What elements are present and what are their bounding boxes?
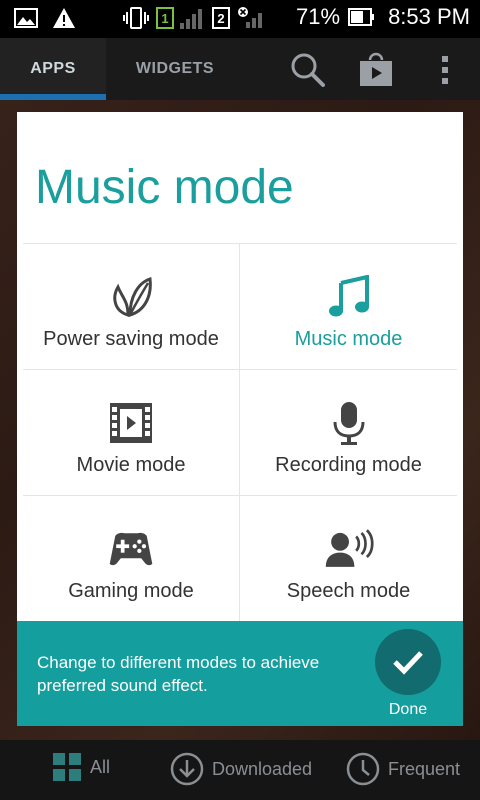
warning-icon [53, 8, 75, 28]
tip-text: Change to different modes to achieve pre… [37, 653, 320, 695]
status-bar: 1 2 71% 8:53 PM [0, 0, 480, 38]
mode-grid: Power saving mode Music mode Movie mode … [23, 243, 457, 622]
vibrate-icon [123, 7, 149, 29]
mode-label: Music mode [294, 328, 403, 350]
tab-apps-label: APPS [30, 60, 76, 77]
mode-label: Power saving mode [43, 328, 219, 350]
nav-all-label: All [90, 756, 111, 777]
sim1-badge: 1 [156, 7, 174, 29]
battery-percent: 71% [296, 4, 341, 29]
leaf-icon [113, 276, 152, 317]
mode-label: Gaming mode [68, 580, 194, 602]
audio-wizard-dialog: Music mode Power saving mode Music mode … [17, 112, 463, 726]
sim1-signal-icon [180, 7, 202, 29]
speaking-person-icon [325, 529, 374, 567]
mode-movie[interactable]: Movie mode [23, 370, 240, 496]
nav-downloaded-label: Downloaded [212, 758, 313, 779]
tab-widgets[interactable]: WIDGETS [120, 38, 230, 100]
sim2-no-signal-icon [238, 7, 262, 28]
music-note-icon [328, 275, 369, 317]
tab-apps[interactable]: APPS [0, 38, 106, 100]
download-icon [170, 752, 204, 786]
app-drawer-header: APPS WIDGETS [0, 38, 480, 100]
search-icon[interactable] [290, 52, 326, 88]
bottom-nav: All Downloaded Frequent [0, 740, 480, 800]
grid-icon [53, 753, 81, 781]
battery-icon [348, 8, 375, 26]
tab-apps-indicator [0, 94, 106, 100]
nav-all[interactable]: All [52, 752, 110, 782]
microphone-icon [333, 402, 364, 445]
mode-recording[interactable]: Recording mode [240, 370, 457, 496]
film-icon [110, 403, 152, 443]
play-store-icon[interactable] [358, 52, 394, 88]
tab-widgets-label: WIDGETS [135, 60, 215, 77]
clock-icon [346, 752, 380, 786]
clock: 8:53 PM [388, 4, 470, 29]
nav-frequent-label: Frequent [388, 758, 461, 779]
gamepad-icon [109, 532, 153, 566]
mode-gaming[interactable]: Gaming mode [23, 496, 240, 622]
mode-speech[interactable]: Speech mode [240, 496, 457, 622]
mode-label: Movie mode [76, 454, 186, 476]
mode-music[interactable]: Music mode [240, 244, 457, 370]
sim2-badge: 2 [212, 7, 230, 29]
nav-frequent[interactable]: Frequent [346, 752, 460, 786]
page-title: Music mode [35, 161, 294, 214]
overflow-menu-icon[interactable] [438, 52, 452, 88]
mode-label: Recording mode [275, 454, 422, 476]
mode-label: Speech mode [286, 580, 411, 602]
tip-bar: Change to different modes to achieve pre… [17, 621, 463, 726]
image-notification-icon [14, 8, 38, 28]
done-button-label[interactable]: Done [375, 701, 441, 719]
done-button[interactable] [375, 629, 441, 695]
mode-power-saving[interactable]: Power saving mode [23, 244, 240, 370]
nav-downloaded[interactable]: Downloaded [170, 752, 312, 786]
checkmark-icon [393, 651, 423, 675]
